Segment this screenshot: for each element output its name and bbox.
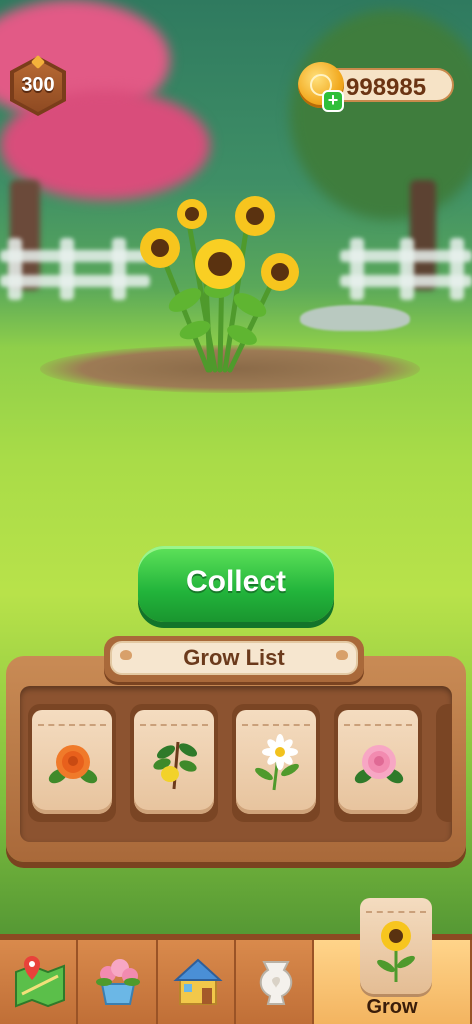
seed-slot-partial[interactable] bbox=[436, 704, 452, 822]
green-tree bbox=[290, 10, 472, 220]
collect-button[interactable]: Collect bbox=[138, 546, 334, 622]
seed-bag bbox=[32, 710, 112, 814]
fence-post bbox=[112, 238, 126, 300]
grow-list-title: Grow List bbox=[110, 641, 358, 675]
grow-seed-bag bbox=[360, 898, 432, 994]
tab-map[interactable] bbox=[0, 940, 78, 1024]
seed-slot[interactable] bbox=[334, 704, 422, 822]
orange-rose-icon bbox=[48, 745, 98, 784]
coin-counter[interactable]: 998985 + bbox=[298, 62, 456, 112]
lemon-branch-icon bbox=[153, 741, 198, 790]
fence-post bbox=[60, 238, 74, 300]
fence-post bbox=[8, 238, 22, 300]
seed-slot[interactable] bbox=[232, 704, 320, 822]
rock bbox=[300, 305, 410, 331]
fence-rail bbox=[0, 275, 150, 287]
seed-shelf bbox=[20, 686, 452, 842]
seed-icon bbox=[120, 650, 132, 660]
tab-grow-label: Grow bbox=[366, 996, 418, 1018]
flower-pot-icon bbox=[96, 959, 140, 1005]
fence-post bbox=[350, 238, 364, 300]
sunflower-plant[interactable] bbox=[130, 190, 310, 380]
seed-icon bbox=[336, 650, 348, 660]
seed-bag bbox=[134, 710, 214, 814]
daisy-icon bbox=[255, 734, 299, 791]
tab-decor[interactable] bbox=[236, 940, 314, 1024]
tab-flowers[interactable] bbox=[78, 940, 158, 1024]
fence-post bbox=[400, 238, 414, 300]
add-coins-button[interactable]: + bbox=[322, 90, 344, 112]
level-value: 300 bbox=[21, 74, 55, 96]
seed-bag bbox=[236, 710, 316, 814]
seed-slot[interactable] bbox=[130, 704, 218, 822]
house-icon bbox=[173, 958, 223, 1005]
sunflower-seed-icon bbox=[377, 921, 415, 982]
level-badge[interactable]: 300 bbox=[10, 54, 66, 116]
vase-icon bbox=[259, 961, 293, 1005]
grow-list-header: Grow List bbox=[104, 636, 364, 682]
seed-slot[interactable] bbox=[28, 704, 116, 822]
map-icon bbox=[15, 956, 65, 1008]
fence-post bbox=[450, 238, 464, 300]
tab-house[interactable] bbox=[158, 940, 236, 1024]
coin-value: 998985 bbox=[346, 74, 427, 101]
pink-rose-icon bbox=[354, 745, 404, 784]
grow-list-panel bbox=[6, 656, 466, 862]
fence-rail bbox=[0, 250, 150, 262]
garden-scene bbox=[0, 0, 472, 1024]
seed-bag bbox=[338, 710, 418, 814]
